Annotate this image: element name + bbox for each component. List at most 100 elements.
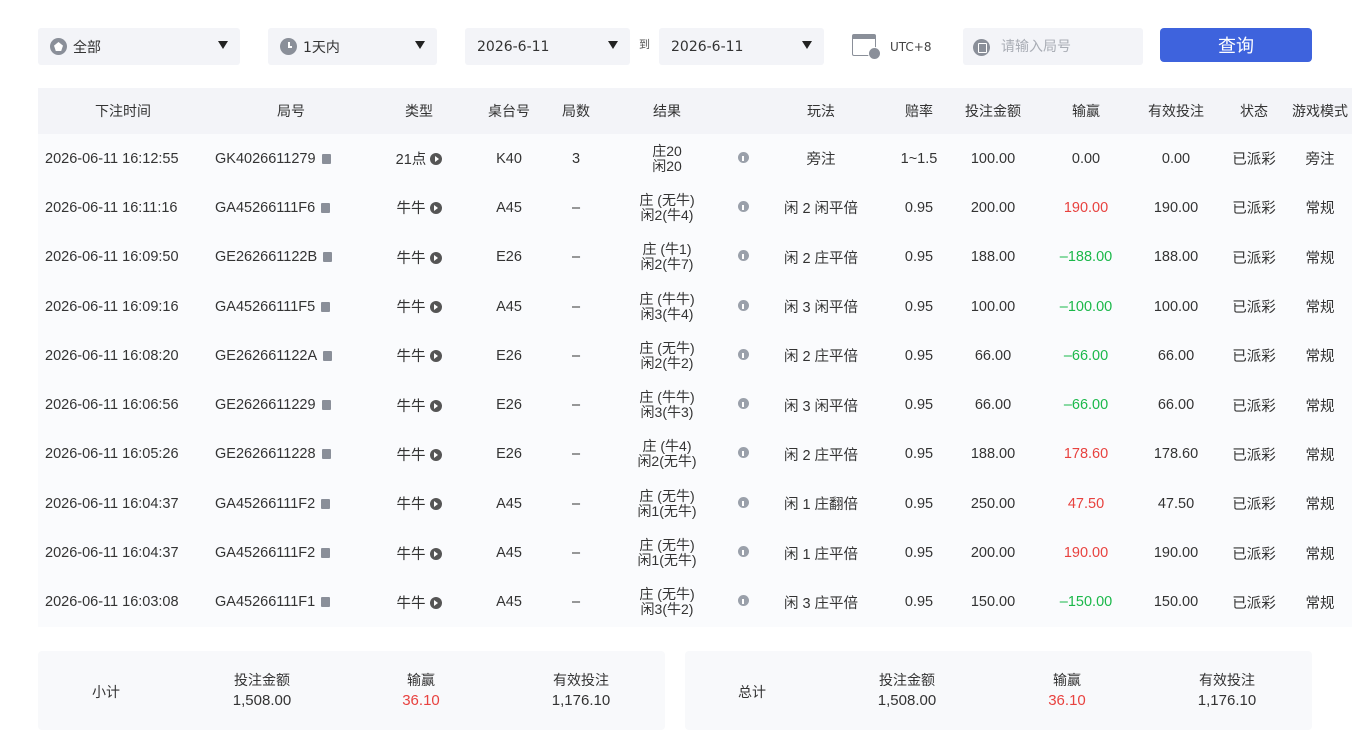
winloss: –188.00 (1059, 249, 1113, 266)
replay-icon[interactable] (429, 547, 442, 560)
date-to-select[interactable]: 2026-6-11 (659, 28, 824, 65)
category-value: 全部 (73, 39, 101, 56)
query-button[interactable]: 查询 (1160, 28, 1312, 62)
info-icon[interactable] (737, 299, 749, 311)
bet-time: 2026-06-11 16:12:55 (45, 150, 179, 167)
copy-icon[interactable] (321, 498, 331, 509)
total-label: 总计 (738, 685, 766, 701)
result-cell: 庄 (无牛) 闲1(无牛) (598, 479, 736, 528)
header-valid-bet: 有效投注 (1148, 104, 1204, 120)
total-panel: 总计 投注金额 1,508.00 输赢 36.10 有效投注 1,176.10 (685, 651, 1312, 730)
round-count: – (571, 199, 581, 216)
winloss: –100.00 (1059, 298, 1113, 315)
clock-icon (280, 38, 297, 55)
round-id: GA45266111F2 (215, 495, 316, 512)
game-mode: 常规 (1305, 349, 1335, 366)
copy-icon[interactable] (321, 400, 331, 411)
date-to-value: 2026-6-11 (671, 38, 744, 55)
copy-icon[interactable] (321, 548, 331, 559)
odds: 0.95 (904, 397, 934, 414)
result-banker: 庄 (无牛) (639, 487, 695, 504)
subtotal-amount-label: 投注金额 (234, 673, 290, 689)
bet-amount: 200.00 (970, 199, 1016, 216)
copy-icon[interactable] (321, 597, 331, 608)
bet-time: 2026-06-11 16:09:16 (45, 298, 179, 315)
info-cell (736, 282, 750, 331)
total-winloss-value: 36.10 (1048, 692, 1086, 709)
header-winloss: 输赢 (1072, 104, 1100, 120)
copy-icon[interactable] (321, 301, 331, 312)
copy-icon[interactable] (321, 202, 331, 213)
replay-icon[interactable] (429, 251, 442, 264)
replay-icon[interactable] (429, 399, 442, 412)
odds: 0.95 (904, 495, 934, 512)
valid-bet: 66.00 (1157, 347, 1195, 364)
copy-icon[interactable] (323, 350, 333, 361)
game-type-cell: 牛牛 (374, 331, 464, 380)
replay-icon[interactable] (429, 350, 442, 363)
replay-icon[interactable] (429, 596, 442, 609)
table-no: E26 (496, 249, 522, 266)
info-icon[interactable] (737, 200, 749, 212)
table-row: 2026-06-11 16:05:26 GE2626611228 牛牛 E26– 庄 (… (38, 429, 1352, 480)
bet-amount: 188.00 (970, 446, 1016, 463)
info-icon[interactable] (737, 447, 749, 459)
winloss: –66.00 (1063, 397, 1109, 414)
copy-icon[interactable] (321, 449, 331, 460)
header-amount: 投注金额 (965, 104, 1021, 120)
game-mode: 常规 (1305, 201, 1335, 218)
play-type: 闲 2 庄平倍 (783, 447, 859, 464)
odds: 0.95 (904, 347, 934, 364)
play-type: 闲 3 庄平倍 (783, 595, 859, 612)
calendar-icon[interactable] (852, 34, 881, 60)
replay-icon[interactable] (430, 153, 443, 166)
table-no: A45 (496, 495, 522, 512)
result-cell: 庄 (牛4) 闲2(无牛) (598, 430, 736, 479)
header-play: 玩法 (807, 104, 835, 120)
total-valid-value: 1,176.10 (1197, 692, 1257, 709)
round-id-cell: GA45266111F2 (208, 479, 374, 528)
bet-amount: 150.00 (970, 594, 1016, 611)
period-select[interactable]: 1天内 (268, 28, 437, 65)
info-icon[interactable] (737, 348, 749, 360)
info-icon[interactable] (737, 250, 749, 262)
replay-icon[interactable] (429, 301, 442, 314)
status: 已派彩 (1232, 447, 1276, 464)
status: 已派彩 (1232, 152, 1276, 169)
round-id: GA45266111F1 (215, 594, 316, 611)
result-banker: 庄20 (652, 142, 682, 159)
date-from-select[interactable]: 2026-6-11 (465, 28, 630, 65)
info-icon[interactable] (737, 595, 749, 607)
result-player: 闲2(牛4) (640, 206, 694, 223)
header-type: 类型 (405, 104, 433, 120)
copy-icon[interactable] (323, 252, 333, 263)
valid-bet: 0.00 (1161, 150, 1191, 167)
game-type-cell: 牛牛 (374, 282, 464, 331)
table-no: K40 (496, 150, 522, 167)
chevron-down-icon (608, 41, 618, 49)
round-id-search-input[interactable] (963, 28, 1143, 65)
info-icon[interactable] (737, 546, 749, 558)
replay-icon[interactable] (429, 448, 442, 461)
category-select[interactable]: 全部 (38, 28, 240, 65)
info-icon[interactable] (737, 151, 749, 163)
info-icon[interactable] (737, 496, 749, 508)
bet-amount: 188.00 (970, 249, 1016, 266)
round-id-cell: GK4026611279 (208, 134, 374, 183)
replay-icon[interactable] (429, 202, 442, 215)
subtotal-winloss: 输赢 36.10 (371, 671, 471, 711)
result-banker: 庄 (牛牛) (639, 290, 695, 307)
info-icon[interactable] (737, 398, 749, 410)
game-mode: 常规 (1305, 250, 1335, 267)
status: 已派彩 (1232, 349, 1276, 366)
copy-icon[interactable] (321, 153, 331, 164)
info-cell (736, 430, 750, 479)
game-type: 21点 (395, 152, 427, 169)
filter-bar: 全部 1天内 2026-6-11 到 2026-6-11 UTC+8 查询 (38, 28, 1312, 65)
total-valid-label: 有效投注 (1199, 673, 1255, 689)
replay-icon[interactable] (429, 498, 442, 511)
subtotal-winloss-label: 输赢 (407, 673, 435, 689)
result-cell: 庄 (无牛) 闲2(牛4) (598, 183, 736, 232)
valid-bet: 190.00 (1153, 545, 1199, 562)
bet-time: 2026-06-11 16:04:37 (45, 495, 179, 512)
